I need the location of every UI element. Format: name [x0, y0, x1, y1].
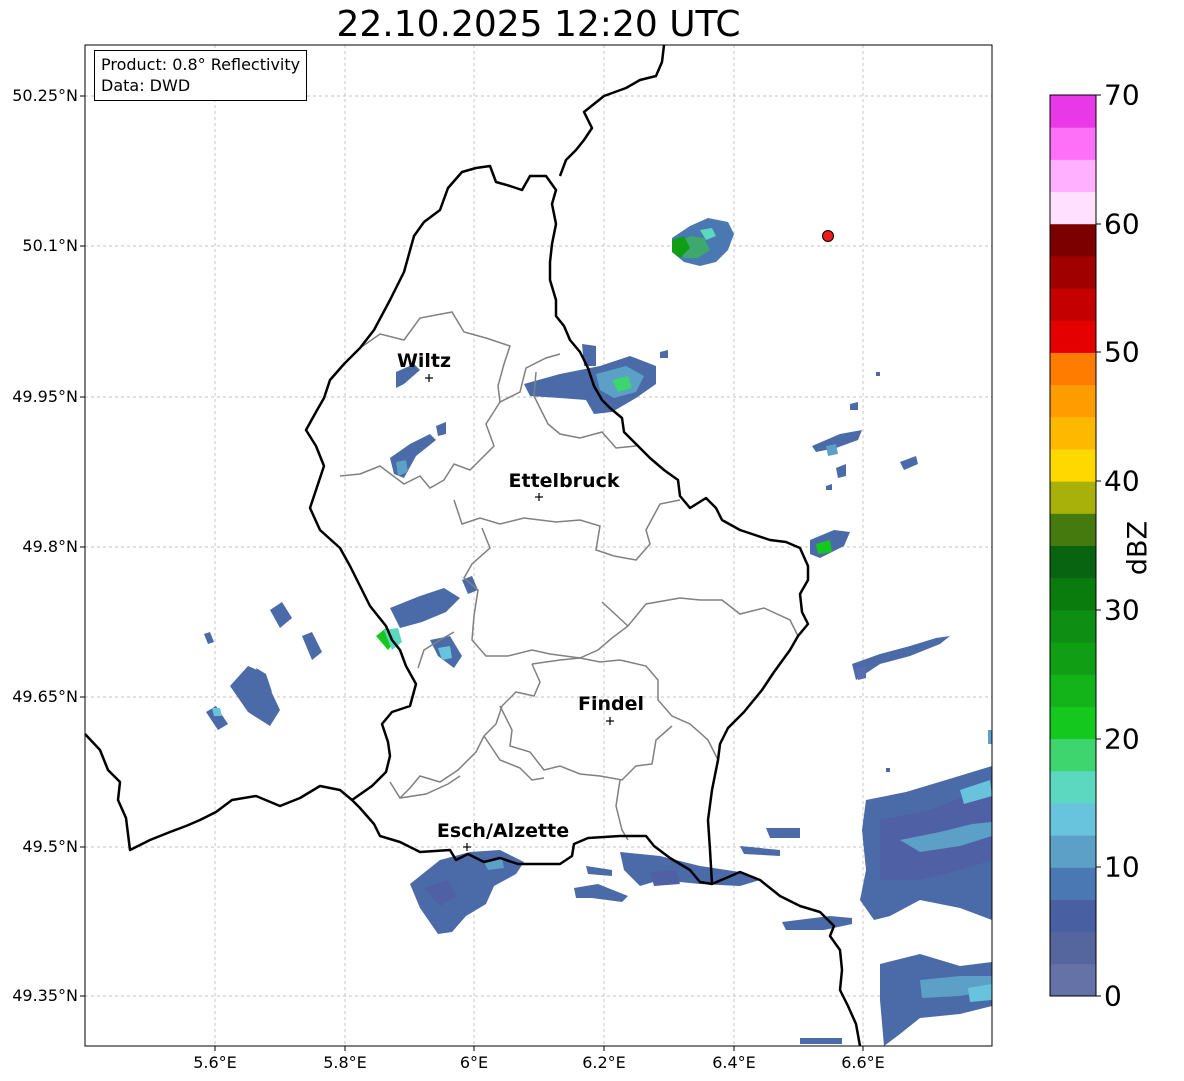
colorbar-cell — [1050, 931, 1096, 965]
colorbar-cell — [1050, 352, 1096, 386]
colorbar-tick-label: 0 — [1104, 979, 1122, 1013]
lon-label: 6.2°E — [582, 1053, 626, 1072]
city-label-esch: Esch/Alzette — [436, 820, 570, 842]
lat-label: 49.8°N — [22, 537, 78, 556]
lat-label: 49.35°N — [12, 986, 78, 1005]
city-label-wiltz: Wiltz — [396, 350, 452, 372]
product-label: Product: 0.8° Reflectivity — [101, 55, 301, 74]
lon-label: 6.4°E — [712, 1053, 756, 1072]
colorbar-cell — [1050, 577, 1096, 611]
colorbar-tick-label: 60 — [1104, 207, 1140, 241]
lat-label: 50.1°N — [22, 236, 78, 255]
colorbar-cell — [1050, 320, 1096, 353]
colorbar-cell — [1050, 963, 1096, 997]
colorbar-tick-label: 10 — [1104, 850, 1140, 884]
map-area — [85, 45, 992, 1046]
lat-label: 49.95°N — [12, 387, 78, 406]
colorbar-cell — [1050, 835, 1096, 868]
colorbar-cell — [1050, 481, 1096, 514]
colorbar-cell — [1050, 159, 1096, 193]
colorbar-cell — [1050, 738, 1096, 772]
colorbar-tick-label: 70 — [1104, 78, 1140, 112]
colorbar-cell — [1050, 288, 1096, 321]
colorbar-unit-label: dBZ — [1122, 520, 1154, 576]
colorbar-tick-label: 40 — [1104, 464, 1140, 498]
colorbar-cell — [1050, 384, 1096, 418]
colorbar-ticks — [1096, 94, 1101, 997]
colorbar-tick-label: 20 — [1104, 722, 1140, 756]
colorbar-cell — [1050, 191, 1096, 225]
city-label-findel: Findel — [577, 693, 645, 715]
colorbar-cell — [1050, 899, 1096, 933]
city-label-ettelbruck: Ettelbruck — [508, 470, 620, 492]
colorbar-cell — [1050, 706, 1096, 740]
colorbar-tick-label: 50 — [1104, 335, 1140, 369]
colorbar-cell — [1050, 802, 1096, 836]
radar-site-marker — [822, 230, 834, 242]
colorbar-cell — [1050, 127, 1096, 160]
colorbar-cell — [1050, 223, 1096, 257]
lat-label: 49.65°N — [12, 687, 78, 706]
colorbar-cell — [1050, 609, 1096, 643]
colorbar — [1050, 95, 1096, 997]
lat-label: 50.25°N — [12, 86, 78, 105]
colorbar-cell — [1050, 448, 1096, 482]
colorbar-cell — [1050, 674, 1096, 707]
colorbar-cell — [1050, 867, 1096, 900]
colorbar-cell — [1050, 545, 1096, 579]
data-source-label: Data: DWD — [101, 76, 191, 95]
lon-label: 5.8°E — [323, 1053, 367, 1072]
lon-label: 5.6°E — [193, 1053, 237, 1072]
product-info-box: Product: 0.8° Reflectivity Data: DWD — [94, 50, 308, 101]
colorbar-cell — [1050, 95, 1096, 128]
lat-label: 49.5°N — [22, 837, 78, 856]
lon-label: 6.6°E — [841, 1053, 885, 1072]
lon-label: 6°E — [459, 1053, 489, 1072]
colorbar-cell — [1050, 416, 1096, 450]
radar-map — [80, 44, 1101, 1051]
colorbar-cell — [1050, 513, 1096, 546]
colorbar-cell — [1050, 770, 1096, 804]
colorbar-tick-label: 30 — [1104, 593, 1140, 627]
colorbar-cell — [1050, 642, 1096, 675]
colorbar-cell — [1050, 255, 1096, 289]
